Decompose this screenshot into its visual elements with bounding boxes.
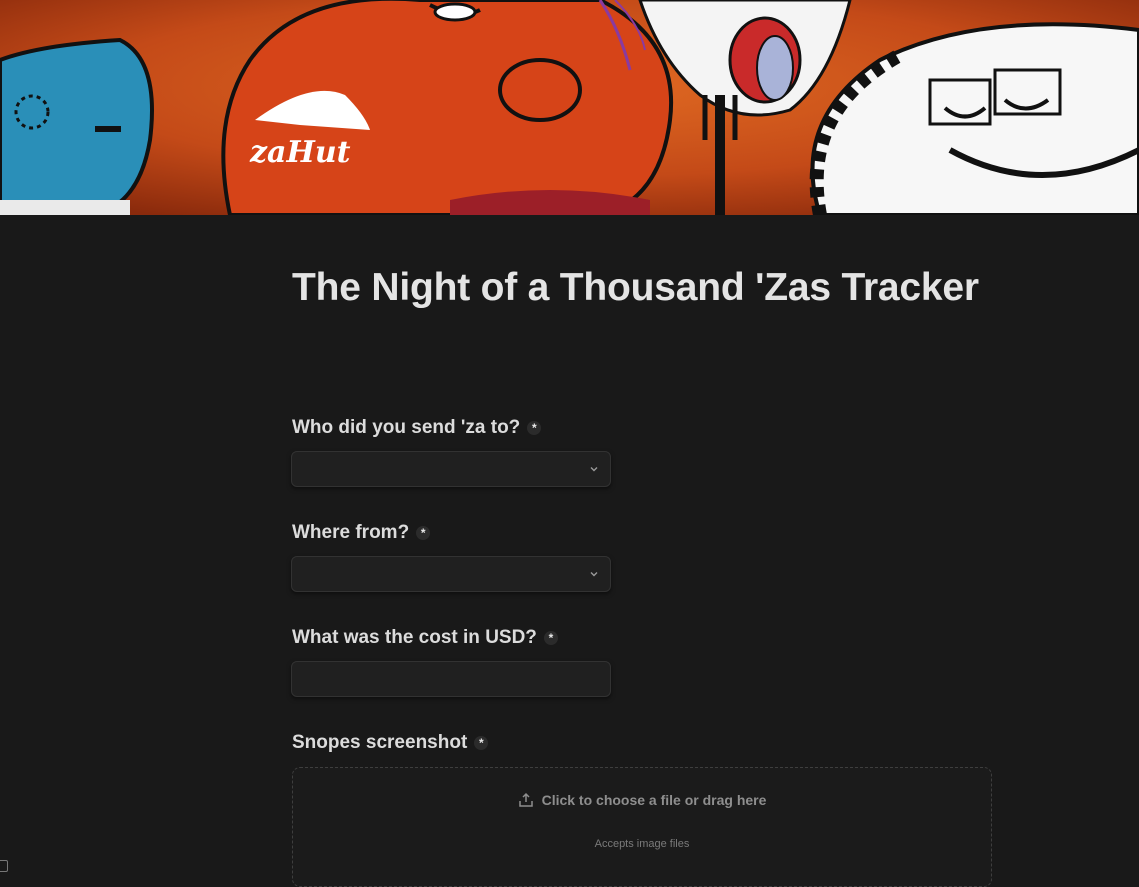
chevron-down-icon xyxy=(590,572,598,577)
required-indicator: * xyxy=(474,736,489,750)
upload-prompt-text: Click to choose a file or drag here xyxy=(541,792,767,808)
page-title: The Night of a Thousand 'Zas Tracker xyxy=(292,266,979,309)
screenshot-label: Snopes screenshot * xyxy=(292,731,992,755)
origin-field: Where from? * xyxy=(291,521,611,592)
origin-select[interactable] xyxy=(291,556,611,592)
corner-widget[interactable] xyxy=(0,860,8,872)
upload-icon xyxy=(518,792,533,807)
cost-field: What was the cost in USD? * xyxy=(291,626,611,697)
screenshot-label-text: Snopes screenshot xyxy=(292,732,468,753)
recipient-label: Who did you send 'za to? * xyxy=(292,416,542,440)
origin-label: Where from? * xyxy=(292,521,431,545)
upload-prompt[interactable]: Click to choose a file or drag here xyxy=(293,792,991,808)
required-indicator: * xyxy=(416,526,431,540)
accepted-types-note: Accepts image files xyxy=(594,838,690,850)
file-dropzone[interactable]: Click to choose a file or drag here Acce… xyxy=(292,767,992,887)
origin-label-text: Where from? xyxy=(292,522,410,543)
svg-text:zaHut: zaHut xyxy=(249,135,351,170)
recipient-label-text: Who did you send 'za to? xyxy=(292,417,521,438)
recipient-select[interactable] xyxy=(291,451,611,487)
required-indicator: * xyxy=(543,631,558,645)
form-container: The Night of a Thousand 'Zas Tracker Who… xyxy=(291,266,992,887)
cost-input[interactable] xyxy=(291,661,611,697)
header-banner: zaHut xyxy=(0,0,1139,215)
cost-label: What was the cost in USD? * xyxy=(292,626,558,650)
screenshot-field: Snopes screenshot * Click to choose a fi… xyxy=(292,731,992,887)
required-indicator: * xyxy=(527,421,542,435)
recipient-field: Who did you send 'za to? * xyxy=(291,416,611,487)
chevron-down-icon xyxy=(590,467,598,472)
cost-label-text: What was the cost in USD? xyxy=(292,627,537,648)
